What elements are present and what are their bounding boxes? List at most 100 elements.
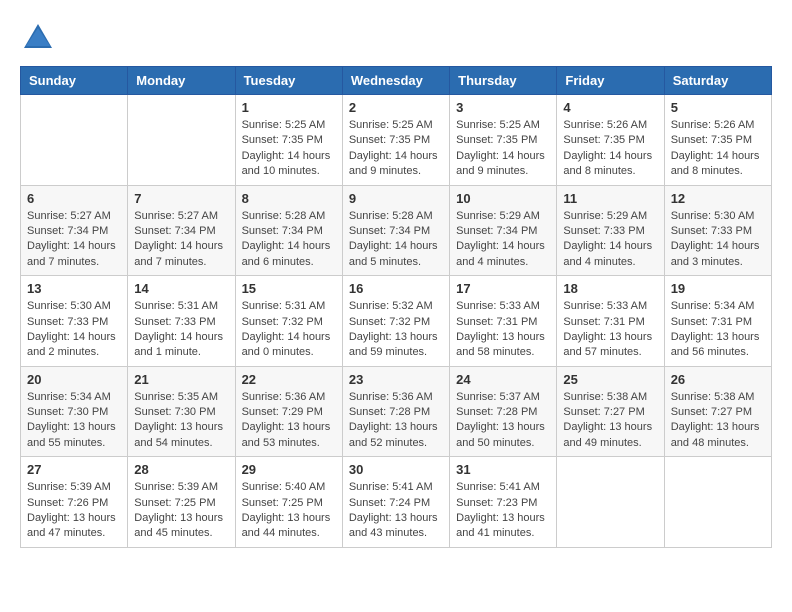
day-number: 27 — [27, 462, 121, 477]
calendar-cell: 3 Sunrise: 5:25 AM Sunset: 7:35 PM Daylig… — [450, 95, 557, 186]
calendar-cell: 7Sunrise: 5:27 AM Sunset: 7:34 PM Daylig… — [128, 185, 235, 276]
day-number: 2 — [349, 100, 443, 115]
day-number: 25 — [563, 372, 657, 387]
day-info: Sunrise: 5:35 AM Sunset: 7:30 PM Dayligh… — [134, 390, 228, 452]
calendar-cell — [557, 457, 664, 548]
calendar-cell — [664, 457, 771, 548]
calendar-week-1: 1 Sunrise: 5:25 AM Sunset: 7:35 PM Daylig… — [21, 95, 772, 186]
day-number: 26 — [671, 372, 765, 387]
calendar-cell: 18 Sunrise: 5:33 AM Sunset: 7:31 PM Dayli… — [557, 276, 664, 367]
day-number: 16 — [349, 281, 443, 296]
day-number: 29 — [242, 462, 336, 477]
day-info: Sunrise: 5:30 AM Sunset: 7:33 PM Dayligh… — [671, 209, 765, 271]
logo-icon — [20, 20, 56, 56]
day-info: Sunrise: 5:39 AM Sunset: 7:26 PM Dayligh… — [27, 480, 121, 542]
day-info: Sunrise: 5:34 AM Sunset: 7:30 PM Dayligh… — [27, 390, 121, 452]
column-header-monday: Monday — [128, 67, 235, 95]
day-number: 14 — [134, 281, 228, 296]
day-info: Sunrise: 5:33 AM Sunset: 7:31 PM Dayligh… — [563, 299, 657, 361]
day-info: Sunrise: 5:33 AM Sunset: 7:31 PM Dayligh… — [456, 299, 550, 361]
calendar-week-4: 20 Sunrise: 5:34 AM Sunset: 7:30 PM Dayli… — [21, 366, 772, 457]
day-info: Sunrise: 5:30 AM Sunset: 7:33 PM Dayligh… — [27, 299, 121, 361]
day-info: Sunrise: 5:38 AM Sunset: 7:27 PM Dayligh… — [671, 390, 765, 452]
day-number: 4 — [563, 100, 657, 115]
calendar-header-row: SundayMondayTuesdayWednesdayThursdayFrid… — [21, 67, 772, 95]
calendar-cell: 16 Sunrise: 5:32 AM Sunset: 7:32 PM Dayli… — [342, 276, 449, 367]
day-number: 3 — [456, 100, 550, 115]
day-number: 30 — [349, 462, 443, 477]
column-header-sunday: Sunday — [21, 67, 128, 95]
calendar-cell: 25 Sunrise: 5:38 AM Sunset: 7:27 PM Dayli… — [557, 366, 664, 457]
calendar-cell: 29 Sunrise: 5:40 AM Sunset: 7:25 PM Dayli… — [235, 457, 342, 548]
calendar-week-3: 13 Sunrise: 5:30 AM Sunset: 7:33 PM Dayli… — [21, 276, 772, 367]
day-number: 21 — [134, 372, 228, 387]
day-number: 22 — [242, 372, 336, 387]
column-header-friday: Friday — [557, 67, 664, 95]
day-info: Sunrise: 5:38 AM Sunset: 7:27 PM Dayligh… — [563, 390, 657, 452]
calendar-week-2: 6Sunrise: 5:27 AM Sunset: 7:34 PM Daylig… — [21, 185, 772, 276]
calendar-cell: 23Sunrise: 5:36 AM Sunset: 7:28 PM Dayli… — [342, 366, 449, 457]
day-info: Sunrise: 5:37 AM Sunset: 7:28 PM Dayligh… — [456, 390, 550, 452]
calendar-cell: 11 Sunrise: 5:29 AM Sunset: 7:33 PM Dayli… — [557, 185, 664, 276]
calendar-cell: 28 Sunrise: 5:39 AM Sunset: 7:25 PM Dayli… — [128, 457, 235, 548]
day-info: Sunrise: 5:31 AM Sunset: 7:33 PM Dayligh… — [134, 299, 228, 361]
calendar-cell: 9Sunrise: 5:28 AM Sunset: 7:34 PM Daylig… — [342, 185, 449, 276]
day-info: Sunrise: 5:29 AM Sunset: 7:34 PM Dayligh… — [456, 209, 550, 271]
calendar-cell: 27 Sunrise: 5:39 AM Sunset: 7:26 PM Dayli… — [21, 457, 128, 548]
calendar-cell: 14 Sunrise: 5:31 AM Sunset: 7:33 PM Dayli… — [128, 276, 235, 367]
day-info: Sunrise: 5:25 AM Sunset: 7:35 PM Dayligh… — [242, 118, 336, 180]
calendar-cell: 31 Sunrise: 5:41 AM Sunset: 7:23 PM Dayli… — [450, 457, 557, 548]
calendar-table: SundayMondayTuesdayWednesdayThursdayFrid… — [20, 66, 772, 548]
calendar-week-5: 27 Sunrise: 5:39 AM Sunset: 7:26 PM Dayli… — [21, 457, 772, 548]
day-number: 24 — [456, 372, 550, 387]
day-number: 1 — [242, 100, 336, 115]
day-info: Sunrise: 5:26 AM Sunset: 7:35 PM Dayligh… — [563, 118, 657, 180]
day-info: Sunrise: 5:39 AM Sunset: 7:25 PM Dayligh… — [134, 480, 228, 542]
day-number: 10 — [456, 191, 550, 206]
day-info: Sunrise: 5:36 AM Sunset: 7:28 PM Dayligh… — [349, 390, 443, 452]
calendar-cell: 26 Sunrise: 5:38 AM Sunset: 7:27 PM Dayli… — [664, 366, 771, 457]
calendar-cell: 13 Sunrise: 5:30 AM Sunset: 7:33 PM Dayli… — [21, 276, 128, 367]
day-number: 20 — [27, 372, 121, 387]
day-number: 15 — [242, 281, 336, 296]
day-number: 18 — [563, 281, 657, 296]
day-info: Sunrise: 5:32 AM Sunset: 7:32 PM Dayligh… — [349, 299, 443, 361]
day-number: 17 — [456, 281, 550, 296]
day-info: Sunrise: 5:28 AM Sunset: 7:34 PM Dayligh… — [349, 209, 443, 271]
day-info: Sunrise: 5:25 AM Sunset: 7:35 PM Dayligh… — [456, 118, 550, 180]
calendar-cell — [128, 95, 235, 186]
day-info: Sunrise: 5:27 AM Sunset: 7:34 PM Dayligh… — [27, 209, 121, 271]
day-info: Sunrise: 5:41 AM Sunset: 7:23 PM Dayligh… — [456, 480, 550, 542]
day-number: 12 — [671, 191, 765, 206]
calendar-cell: 8 Sunrise: 5:28 AM Sunset: 7:34 PM Daylig… — [235, 185, 342, 276]
calendar-cell: 21 Sunrise: 5:35 AM Sunset: 7:30 PM Dayli… — [128, 366, 235, 457]
calendar-cell: 12 Sunrise: 5:30 AM Sunset: 7:33 PM Dayli… — [664, 185, 771, 276]
day-number: 19 — [671, 281, 765, 296]
calendar-cell: 17 Sunrise: 5:33 AM Sunset: 7:31 PM Dayli… — [450, 276, 557, 367]
calendar-cell: 15Sunrise: 5:31 AM Sunset: 7:32 PM Dayli… — [235, 276, 342, 367]
column-header-tuesday: Tuesday — [235, 67, 342, 95]
calendar-cell: 24 Sunrise: 5:37 AM Sunset: 7:28 PM Dayli… — [450, 366, 557, 457]
day-info: Sunrise: 5:34 AM Sunset: 7:31 PM Dayligh… — [671, 299, 765, 361]
day-number: 8 — [242, 191, 336, 206]
day-number: 31 — [456, 462, 550, 477]
day-info: Sunrise: 5:28 AM Sunset: 7:34 PM Dayligh… — [242, 209, 336, 271]
day-number: 7 — [134, 191, 228, 206]
day-info: Sunrise: 5:40 AM Sunset: 7:25 PM Dayligh… — [242, 480, 336, 542]
calendar-cell: 30 Sunrise: 5:41 AM Sunset: 7:24 PM Dayli… — [342, 457, 449, 548]
day-info: Sunrise: 5:41 AM Sunset: 7:24 PM Dayligh… — [349, 480, 443, 542]
calendar-cell: 1 Sunrise: 5:25 AM Sunset: 7:35 PM Daylig… — [235, 95, 342, 186]
calendar-cell: 10 Sunrise: 5:29 AM Sunset: 7:34 PM Dayli… — [450, 185, 557, 276]
day-info: Sunrise: 5:29 AM Sunset: 7:33 PM Dayligh… — [563, 209, 657, 271]
day-number: 13 — [27, 281, 121, 296]
calendar-cell: 2Sunrise: 5:25 AM Sunset: 7:35 PM Daylig… — [342, 95, 449, 186]
column-header-saturday: Saturday — [664, 67, 771, 95]
page-header — [20, 20, 772, 56]
logo — [20, 20, 62, 56]
calendar-cell — [21, 95, 128, 186]
day-info: Sunrise: 5:26 AM Sunset: 7:35 PM Dayligh… — [671, 118, 765, 180]
day-number: 28 — [134, 462, 228, 477]
calendar-cell: 19 Sunrise: 5:34 AM Sunset: 7:31 PM Dayli… — [664, 276, 771, 367]
column-header-wednesday: Wednesday — [342, 67, 449, 95]
day-number: 11 — [563, 191, 657, 206]
